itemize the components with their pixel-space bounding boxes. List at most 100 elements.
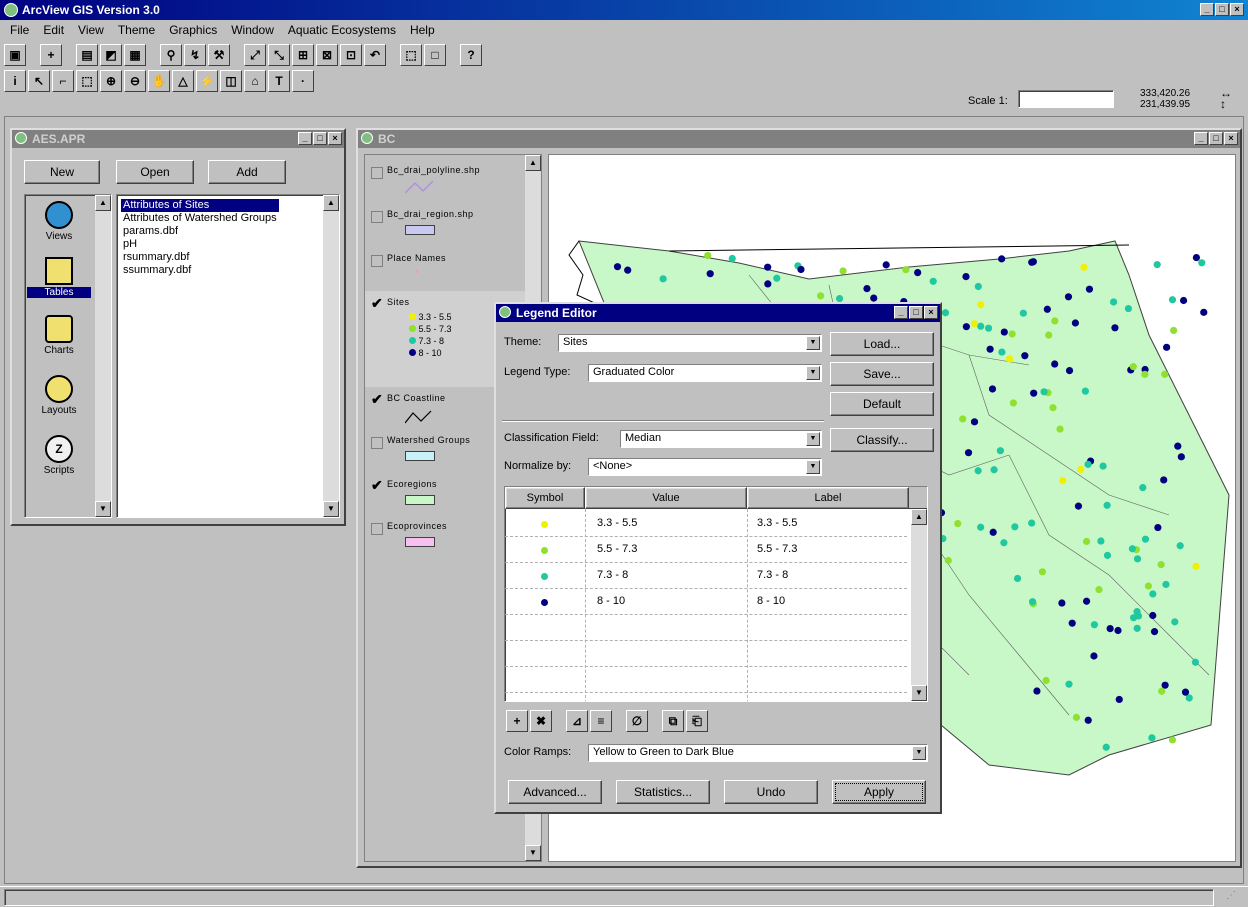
menu-graphics[interactable]: Graphics: [169, 23, 217, 40]
view-minimize-button[interactable]: _: [1194, 132, 1208, 145]
theme-name[interactable]: Ecoprovinces: [387, 521, 447, 531]
identify-icon[interactable]: i: [4, 70, 26, 92]
open-table-icon[interactable]: ▦: [124, 44, 146, 66]
default-button[interactable]: Default: [830, 392, 934, 416]
theme-checkmark-icon[interactable]: ✔: [371, 391, 383, 408]
normalize-by-select[interactable]: <None> ▼: [588, 458, 822, 476]
theme-name[interactable]: Bc_drai_polyline.shp: [387, 165, 480, 175]
menu-edit[interactable]: Edit: [43, 23, 64, 40]
dropdown-arrow-icon[interactable]: ▼: [806, 336, 820, 350]
zoom-selected-icon[interactable]: ⊞: [292, 44, 314, 66]
save-button[interactable]: Save...: [830, 362, 934, 386]
vertex-edit-icon[interactable]: ⌐: [52, 70, 74, 92]
theme-checkbox[interactable]: [371, 437, 383, 449]
delete-class-icon[interactable]: ✖: [530, 710, 552, 732]
view-maximize-button[interactable]: □: [1209, 132, 1223, 145]
open-button[interactable]: Open: [116, 160, 194, 184]
scale-input[interactable]: [1018, 90, 1114, 108]
new-button[interactable]: New: [24, 160, 100, 184]
flip-symbols-icon[interactable]: ⊿: [566, 710, 588, 732]
locate-address-icon[interactable]: ↯: [184, 44, 206, 66]
column-header-value[interactable]: Value: [585, 487, 747, 509]
view-close-button[interactable]: ×: [1224, 132, 1238, 145]
theme-checkbox[interactable]: [371, 167, 383, 179]
doc-type-tables[interactable]: Tables: [27, 257, 91, 298]
zoom-in-icon[interactable]: ⊕: [100, 70, 122, 92]
dropdown-arrow-icon[interactable]: ▼: [912, 746, 926, 760]
statistics-button[interactable]: Statistics...: [616, 780, 710, 804]
project-maximize-button[interactable]: □: [313, 132, 327, 145]
theme-name[interactable]: Watershed Groups: [387, 435, 497, 445]
legend-row-label[interactable]: 3.3 - 5.5: [757, 517, 797, 529]
legend-editor-close-button[interactable]: ×: [924, 306, 938, 319]
doc-type-views[interactable]: Views: [37, 201, 81, 242]
apply-button[interactable]: Apply: [832, 780, 926, 804]
legend-row-value[interactable]: 3.3 - 5.5: [597, 517, 637, 529]
zoom-full-extent-icon[interactable]: ⤢: [244, 44, 266, 66]
text-icon[interactable]: T: [268, 70, 290, 92]
text-label-icon[interactable]: ⌂: [244, 70, 266, 92]
classification-field-select[interactable]: Median ▼: [620, 430, 822, 448]
theme-checkmark-icon[interactable]: ✔: [371, 295, 383, 312]
scroll-down-arrow[interactable]: ▼: [911, 685, 927, 701]
classify-button[interactable]: Classify...: [830, 428, 934, 452]
doc-type-layouts[interactable]: Layouts: [37, 375, 81, 416]
menu-theme[interactable]: Theme: [118, 23, 155, 40]
add-theme-icon[interactable]: +: [40, 44, 62, 66]
project-close-button[interactable]: ×: [328, 132, 342, 145]
doc-list-item[interactable]: Attributes of Watershed Groups: [121, 212, 279, 225]
symbol-dot[interactable]: [541, 573, 548, 580]
hotlink-icon[interactable]: ⚡: [196, 70, 218, 92]
menu-aquatic-ecosystems[interactable]: Aquatic Ecosystems: [288, 23, 396, 40]
clear-selection-icon[interactable]: □: [424, 44, 446, 66]
scroll-up-arrow[interactable]: ▲: [525, 155, 541, 171]
legend-row-value[interactable]: 5.5 - 7.3: [597, 543, 637, 555]
theme-name[interactable]: Bc_drai_region.shp: [387, 209, 474, 219]
dropdown-arrow-icon[interactable]: ▼: [806, 460, 820, 474]
advanced-button[interactable]: Advanced...: [508, 780, 602, 804]
copy-class-icon[interactable]: ⧉: [662, 710, 684, 732]
symbol-dot[interactable]: [541, 521, 548, 528]
theme-name[interactable]: Place Names: [387, 253, 446, 263]
menu-window[interactable]: Window: [231, 23, 274, 40]
query-builder-icon[interactable]: ⚒: [208, 44, 230, 66]
zoom-active-themes-icon[interactable]: ⤡: [268, 44, 290, 66]
theme-checkmark-icon[interactable]: ✔: [371, 477, 383, 494]
doc-list-item[interactable]: ssummary.dbf: [121, 264, 279, 277]
paste-class-icon[interactable]: ⎗: [686, 710, 708, 732]
legend-row-label[interactable]: 7.3 - 8: [757, 569, 788, 581]
legend-row-label[interactable]: 5.5 - 7.3: [757, 543, 797, 555]
doc-list-item[interactable]: params.dbf: [121, 225, 279, 238]
dropdown-arrow-icon[interactable]: ▼: [806, 366, 820, 380]
draw-point-icon[interactable]: ·: [292, 70, 314, 92]
view-properties-icon[interactable]: ▤: [76, 44, 98, 66]
legend-row[interactable]: 8 - 10 8 - 10: [505, 589, 907, 615]
scroll-up-arrow[interactable]: ▲: [911, 509, 927, 525]
zoom-out-fixed-icon[interactable]: ⊡: [340, 44, 362, 66]
theme-name[interactable]: BC Coastline: [387, 393, 446, 403]
doc-type-charts[interactable]: Charts: [37, 315, 81, 356]
legend-row[interactable]: 5.5 - 7.3 5.5 - 7.3: [505, 537, 907, 563]
find-icon[interactable]: ⚲: [160, 44, 182, 66]
save-project-icon[interactable]: ▣: [4, 44, 26, 66]
menu-view[interactable]: View: [78, 23, 104, 40]
minimize-button[interactable]: _: [1200, 3, 1214, 16]
legend-type-select[interactable]: Graduated Color ▼: [588, 364, 822, 382]
undo-button[interactable]: Undo: [724, 780, 818, 804]
legend-row[interactable]: 7.3 - 8 7.3 - 8: [505, 563, 907, 589]
legend-row[interactable]: 3.3 - 5.5 3.3 - 5.5: [505, 511, 907, 537]
menu-help[interactable]: Help: [410, 23, 435, 40]
scroll-down-arrow[interactable]: ▼: [95, 501, 111, 517]
sort-icon[interactable]: ≡: [590, 710, 612, 732]
maximize-button[interactable]: □: [1215, 3, 1229, 16]
dropdown-arrow-icon[interactable]: ▼: [806, 432, 820, 446]
close-button[interactable]: ×: [1230, 3, 1244, 16]
theme-name[interactable]: Sites: [387, 297, 410, 307]
scroll-up-arrow[interactable]: ▲: [95, 195, 111, 211]
legend-row-empty[interactable]: [505, 641, 907, 667]
zoom-in-fixed-icon[interactable]: ⊠: [316, 44, 338, 66]
menu-file[interactable]: File: [10, 23, 29, 40]
pan-icon[interactable]: ✋: [148, 70, 170, 92]
select-feature-icon[interactable]: ⬚: [76, 70, 98, 92]
doc-list-item[interactable]: pH: [121, 238, 279, 251]
